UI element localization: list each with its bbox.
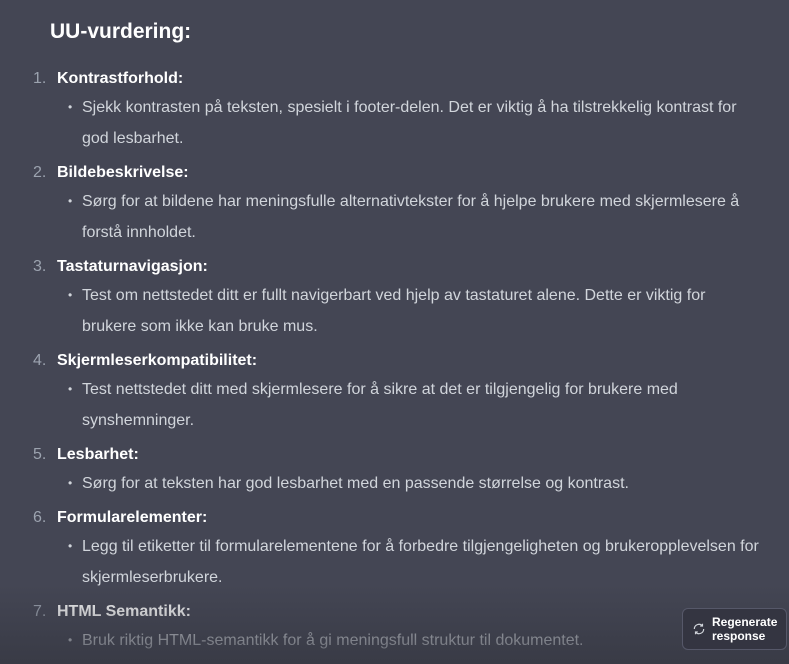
item-number: 3. bbox=[33, 258, 47, 275]
item-number: 7. bbox=[33, 603, 47, 620]
item-text: Sjekk kontrasten på teksten, spesielt i … bbox=[82, 99, 737, 147]
item-bullet: • Bruk riktig HTML-semantikk for å gi men… bbox=[57, 625, 770, 656]
list-item: 7. HTML Semantikk: • Bruk riktig HTML-seman… bbox=[0, 595, 770, 656]
item-bullet: • Test nettstedet ditt med skjermlesere f… bbox=[57, 374, 770, 436]
list-item: 1. Kontrastforhold: • Sjekk kontrasten på t… bbox=[0, 62, 770, 154]
item-text: Bruk riktig HTML-semantikk for å gi meni… bbox=[82, 632, 584, 649]
list-item: 5. Lesbarhet: • Sørg for at teksten har god… bbox=[0, 438, 770, 499]
item-number: 1. bbox=[33, 70, 47, 87]
bullet-icon: • bbox=[68, 382, 73, 396]
item-bullet: • Sørg for at teksten har god lesbarhet m… bbox=[57, 468, 770, 499]
regenerate-button[interactable]: Regenerate response bbox=[682, 608, 787, 650]
item-number: 6. bbox=[33, 509, 47, 526]
assessment-list: 1. Kontrastforhold: • Sjekk kontrasten på t… bbox=[0, 62, 770, 658]
item-title: Kontrastforhold: bbox=[57, 70, 184, 87]
item-text: Legg til etiketter til formularelementen… bbox=[82, 538, 759, 586]
item-text: Sørg for at bildene har meningsfulle alt… bbox=[82, 193, 740, 241]
item-title: Tastaturnavigasjon: bbox=[57, 258, 208, 275]
list-item: 6. Formularelementer: • Legg til etiketter … bbox=[0, 501, 770, 593]
item-text: Test nettstedet ditt med skjermlesere fo… bbox=[82, 381, 678, 429]
list-item: 2. Bildebeskrivelse: • Sørg for at bildene … bbox=[0, 156, 770, 248]
item-number: 2. bbox=[33, 164, 47, 181]
item-text: Test om nettstedet ditt er fullt naviger… bbox=[82, 287, 706, 335]
item-bullet: • Test om nettstedet ditt er fullt navige… bbox=[57, 280, 770, 342]
item-bullet: • Legg til etiketter til formularelemente… bbox=[57, 531, 770, 593]
item-title: Skjermleserkompatibilitet: bbox=[57, 352, 258, 369]
item-title: Formularelementer: bbox=[57, 509, 208, 526]
item-bullet: • Sørg for at bildene har meningsfulle al… bbox=[57, 186, 770, 248]
section-heading: UU-vurdering: bbox=[50, 20, 192, 43]
item-number: 4. bbox=[33, 352, 47, 369]
item-number: 5. bbox=[33, 446, 47, 463]
bullet-icon: • bbox=[68, 288, 73, 302]
refresh-icon bbox=[693, 623, 705, 635]
item-bullet: • Sjekk kontrasten på teksten, spesielt i… bbox=[57, 92, 770, 154]
item-text: Sørg for at teksten har god lesbarhet me… bbox=[82, 475, 629, 492]
item-title: HTML Semantikk: bbox=[57, 603, 191, 620]
bullet-icon: • bbox=[68, 539, 73, 553]
list-item: 3. Tastaturnavigasjon: • Test om nettstedet… bbox=[0, 250, 770, 342]
regenerate-label: Regenerate response bbox=[712, 615, 778, 643]
item-title: Lesbarhet: bbox=[57, 446, 139, 463]
bullet-icon: • bbox=[68, 476, 73, 490]
list-item: 4. Skjermleserkompatibilitet: • Test nettst… bbox=[0, 344, 770, 436]
bullet-icon: • bbox=[68, 194, 73, 208]
bullet-icon: • bbox=[68, 633, 73, 647]
bullet-icon: • bbox=[68, 100, 73, 114]
item-title: Bildebeskrivelse: bbox=[57, 164, 189, 181]
